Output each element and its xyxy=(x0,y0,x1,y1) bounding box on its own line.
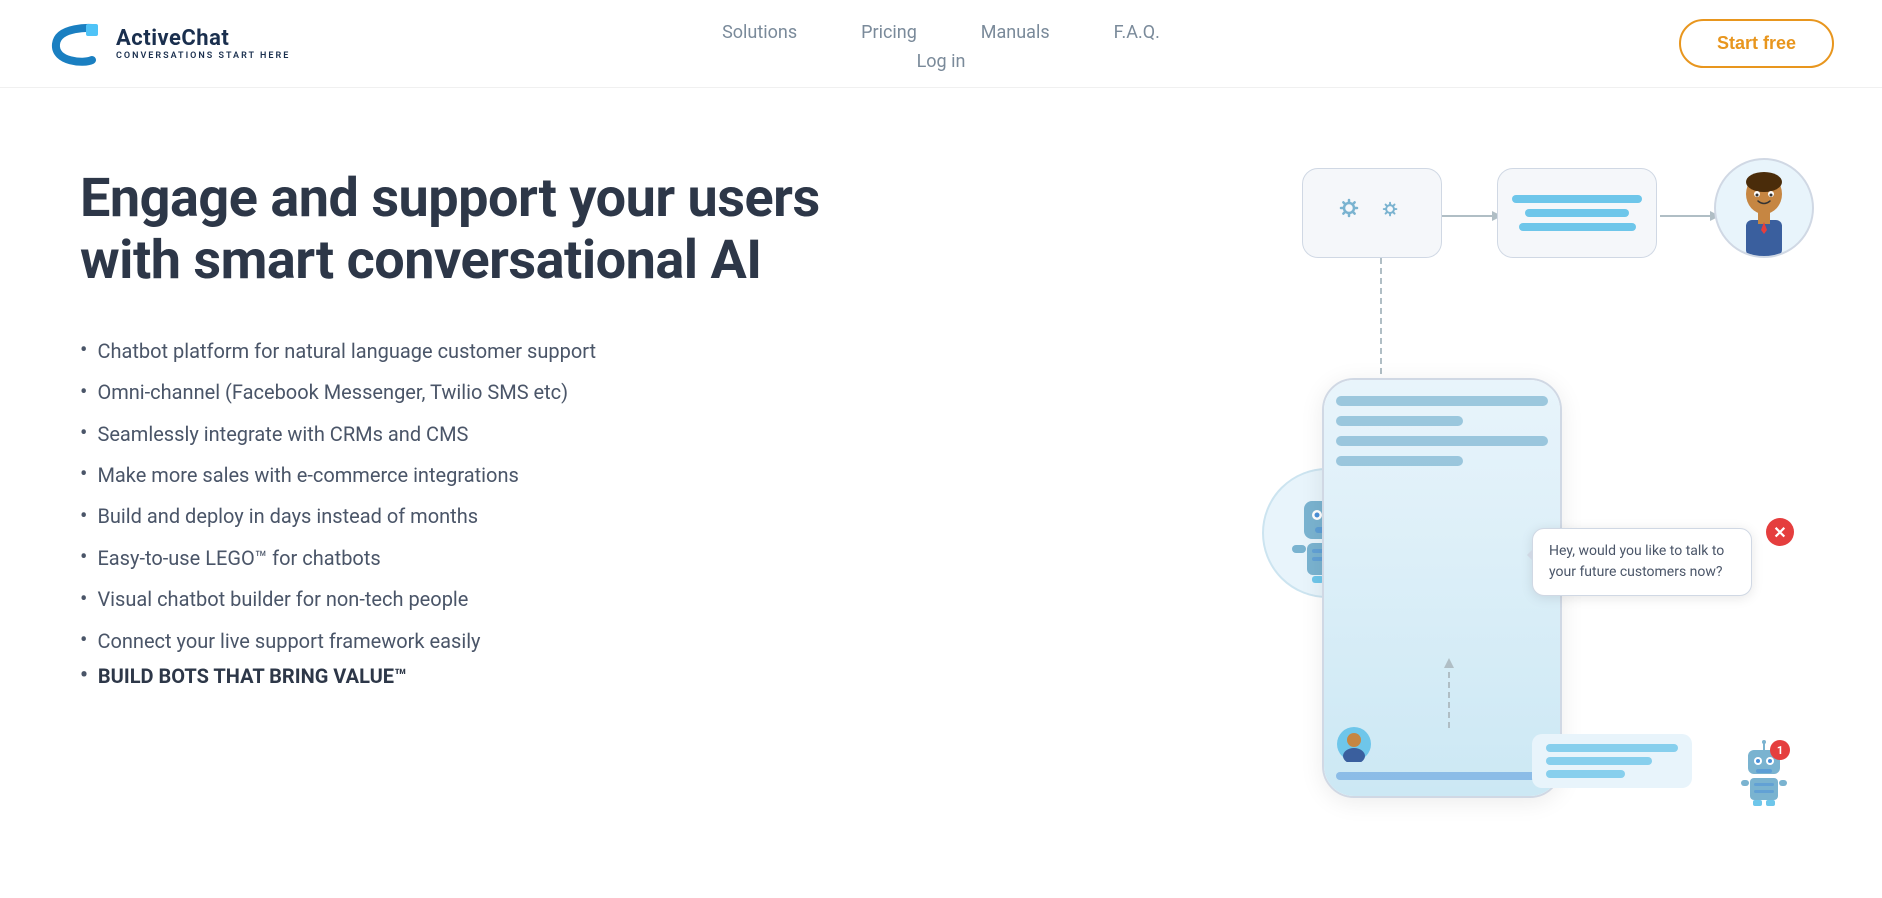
small-robot-wrap: 1 xyxy=(1738,740,1790,810)
logo-text: ActiveChat CONVERSATIONS START HERE xyxy=(116,26,290,61)
hero-content: Engage and support your users with smart… xyxy=(80,148,820,688)
arrow-right-2 xyxy=(1660,206,1720,226)
gear-icon xyxy=(1335,194,1373,232)
dashed-vertical-up xyxy=(1439,658,1459,728)
gear-bubble xyxy=(1302,168,1442,258)
notification-badge: 1 xyxy=(1770,740,1790,760)
line-bar-1 xyxy=(1512,195,1642,203)
bullet-3: Seamlessly integrate with CRMs and CMS xyxy=(80,415,820,452)
logo[interactable]: ActiveChat CONVERSATIONS START HERE xyxy=(48,16,290,72)
gear-icon-2 xyxy=(1379,198,1409,228)
text-lines-bubble xyxy=(1497,168,1657,258)
bullet-4: Make more sales with e-commerce integrat… xyxy=(80,456,820,493)
hero-illustration: Hey, would you like to talk to your futu… xyxy=(1242,148,1802,828)
chat-popup: Hey, would you like to talk to your futu… xyxy=(1532,528,1752,596)
start-free-button[interactable]: Start free xyxy=(1679,19,1834,68)
bullet-7: Visual chatbot builder for non-tech peop… xyxy=(80,581,820,618)
bullet-2: Omni-channel (Facebook Messenger, Twilio… xyxy=(80,374,820,411)
chat-popup-text: Hey, would you like to talk to your futu… xyxy=(1549,543,1724,580)
bullet-6: Easy-to-use LEGO™ for chatbots xyxy=(80,539,820,576)
nav-faq[interactable]: F.A.Q. xyxy=(1106,16,1168,49)
header: ActiveChat CONVERSATIONS START HERE Solu… xyxy=(0,0,1882,88)
hero-bullets: Chatbot platform for natural language cu… xyxy=(80,332,820,659)
brand-tagline: CONVERSATIONS START HERE xyxy=(116,51,290,61)
bottom-chat-bubble xyxy=(1532,734,1692,788)
person-icon xyxy=(1724,166,1804,256)
main-nav: Solutions Pricing Manuals F.A.Q. Log in xyxy=(714,16,1168,72)
line-bar-2 xyxy=(1525,209,1629,217)
hero-title: Engage and support your users with smart… xyxy=(80,168,820,292)
line-bar-3 xyxy=(1519,223,1636,231)
arrow-right-1 xyxy=(1442,206,1502,226)
bullet-5: Build and deploy in days instead of mont… xyxy=(80,498,820,535)
close-chat-button[interactable]: ✕ xyxy=(1766,518,1794,546)
bullet-1: Chatbot platform for natural language cu… xyxy=(80,332,820,369)
nav-manuals[interactable]: Manuals xyxy=(973,16,1058,49)
hero-last-bullet: BUILD BOTS THAT BRING VALUE™ xyxy=(80,663,820,688)
brand-name: ActiveChat xyxy=(116,26,290,51)
logo-icon xyxy=(48,16,104,72)
bullet-8: Connect your live support framework easi… xyxy=(80,622,820,659)
phone-avatar-icon xyxy=(1336,726,1372,762)
person-avatar xyxy=(1714,158,1814,258)
nav-login[interactable]: Log in xyxy=(909,45,974,78)
phone-screen xyxy=(1324,380,1560,796)
phone xyxy=(1322,378,1562,798)
nav-solutions[interactable]: Solutions xyxy=(714,16,805,49)
hero-section: Engage and support your users with smart… xyxy=(0,88,1882,868)
